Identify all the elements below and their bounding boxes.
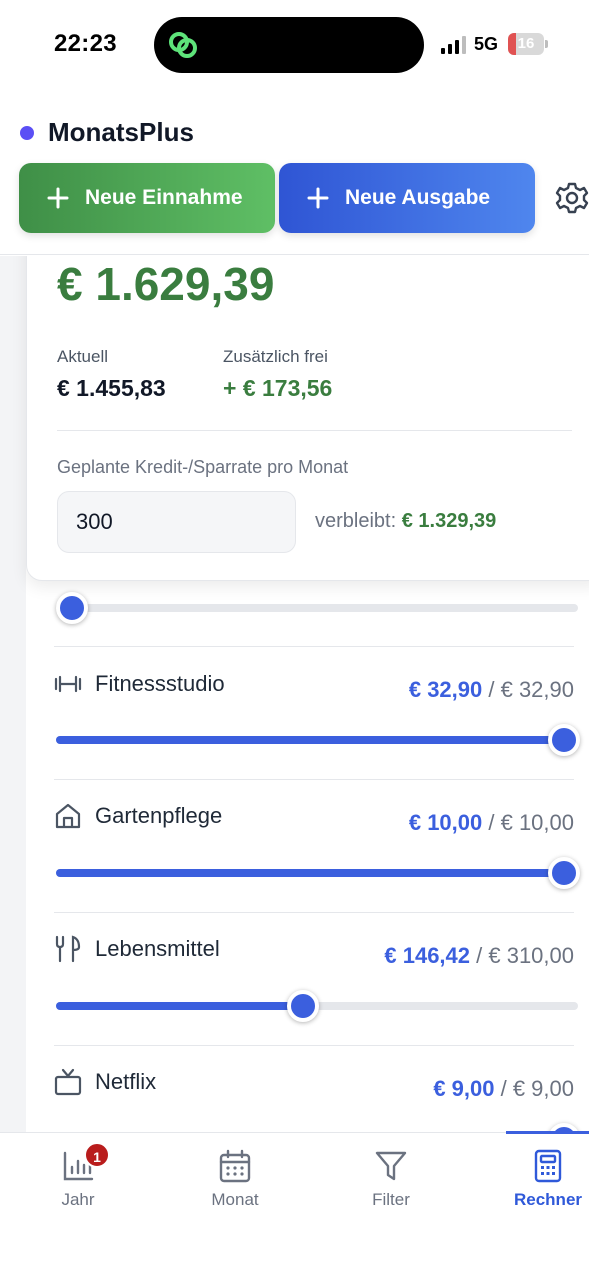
budget-slider-fill xyxy=(56,736,578,744)
budget-slider-thumb[interactable] xyxy=(548,857,580,889)
budget-name: Netflix xyxy=(95,1069,157,1094)
budget-slider[interactable] xyxy=(56,990,578,1022)
app-screen: 22:23 5G 16 MonatsPlus Neue Einnahme Neu… xyxy=(0,0,589,1278)
new-income-button[interactable]: Neue Einnahme xyxy=(19,163,275,233)
row-divider xyxy=(54,912,574,913)
current-value: € 1.455,83 xyxy=(57,375,166,401)
rate-label: Geplante Kredit-/Sparrate pro Monat xyxy=(57,457,349,477)
tab-rechner[interactable]: Rechner xyxy=(498,1133,589,1223)
tab-monat[interactable]: Monat xyxy=(185,1133,285,1223)
tab-filter[interactable]: Filter xyxy=(341,1133,441,1223)
notification-badge: 1 xyxy=(84,1142,110,1168)
budget-spent: € 9,00 xyxy=(433,1076,495,1101)
tab-label: Rechner xyxy=(513,1190,583,1209)
budget-name: Gartenpflege xyxy=(95,803,223,828)
new-expense-button[interactable]: Neue Ausgabe xyxy=(279,163,535,233)
budget-limit: € 9,00 xyxy=(512,1076,574,1101)
calculator-content[interactable]: € 1.629,39 Aktuell Zusätzlich frei € 1.4… xyxy=(0,256,589,1132)
budget-slider-thumb[interactable] xyxy=(286,990,319,1022)
budget-amount: € 32,90 / € 32,90 xyxy=(409,677,574,703)
budget-spent: € 146,42 xyxy=(384,943,471,968)
calendar-icon xyxy=(219,1149,251,1183)
battery-level: 16 xyxy=(517,35,535,52)
current-label: Aktuell xyxy=(57,347,109,366)
new-expense-label: Neue Ausgabe xyxy=(345,186,491,209)
budget-name: Lebensmittel xyxy=(95,936,220,961)
tab-label: Filter xyxy=(372,1190,410,1209)
row-divider xyxy=(54,1045,574,1046)
rate-slider-thumb[interactable] xyxy=(56,592,88,624)
link-icon xyxy=(169,32,197,58)
row-divider xyxy=(54,779,574,780)
budget-slider-thumb[interactable] xyxy=(548,724,580,756)
left-gutter xyxy=(0,256,26,1132)
calculator-icon xyxy=(534,1149,562,1183)
app-header: MonatsPlus Neue Einnahme Neue Ausgabe xyxy=(0,105,589,255)
status-bar: 22:23 5G 16 xyxy=(0,0,589,90)
battery-icon: 16 xyxy=(508,33,548,55)
gear-icon[interactable] xyxy=(555,181,589,215)
dynamic-island xyxy=(154,17,424,73)
rate-input[interactable] xyxy=(57,491,296,553)
status-time: 22:23 xyxy=(54,30,117,57)
new-income-label: Neue Einnahme xyxy=(85,186,243,209)
card-divider xyxy=(57,430,572,431)
budget-amount: € 10,00 / € 10,00 xyxy=(409,810,574,836)
budget-slider[interactable] xyxy=(56,724,580,756)
remaining-value: € 1.329,39 xyxy=(401,510,497,532)
utensils-icon xyxy=(55,935,81,963)
app-title: MonatsPlus xyxy=(48,117,194,147)
budget-separator: / xyxy=(482,677,501,702)
house-icon xyxy=(55,803,81,829)
budget-amount: € 9,00 / € 9,00 xyxy=(433,1076,574,1102)
tv-icon xyxy=(54,1068,82,1096)
plus-icon xyxy=(47,187,69,209)
available-total: € 1.629,39 xyxy=(57,258,275,310)
extra-free-label: Zusätzlich frei xyxy=(223,347,328,366)
bottom-tab-bar: 1 Jahr Monat Filter Rechner xyxy=(0,1131,589,1278)
budget-slider-fill xyxy=(56,869,578,877)
plus-icon xyxy=(307,187,329,209)
budget-spent: € 10,00 xyxy=(408,810,483,835)
rate-slider[interactable] xyxy=(56,592,578,624)
remaining-text: verbleibt: € 1.329,39 xyxy=(315,510,496,533)
summary-card: € 1.629,39 Aktuell Zusätzlich frei € 1.4… xyxy=(26,256,589,581)
brand-dot-icon xyxy=(20,125,34,140)
budget-slider-fill xyxy=(56,1002,303,1010)
tab-label: Jahr xyxy=(61,1190,95,1209)
budget-limit: € 310,00 xyxy=(488,943,574,968)
budget-slider[interactable] xyxy=(56,857,580,889)
tab-label: Monat xyxy=(211,1190,259,1209)
dumbbell-icon xyxy=(54,675,82,693)
remaining-label: verbleibt: xyxy=(315,510,397,532)
budget-limit: € 10,00 xyxy=(500,810,574,835)
budget-separator: / xyxy=(482,810,501,835)
filter-icon xyxy=(375,1151,407,1181)
budget-limit: € 32,90 xyxy=(500,677,574,702)
row-divider xyxy=(54,646,574,647)
budget-separator: / xyxy=(470,943,489,968)
extra-free-value: + € 173,56 xyxy=(223,375,333,401)
budget-separator: / xyxy=(494,1076,513,1101)
budget-spent: € 32,90 xyxy=(408,677,483,702)
signal-icon xyxy=(441,36,466,54)
budget-amount: € 146,42 / € 310,00 xyxy=(384,943,574,969)
budget-name: Fitnessstudio xyxy=(95,671,225,696)
network-type: 5G xyxy=(474,34,499,54)
brand: MonatsPlus xyxy=(20,117,194,148)
tab-jahr[interactable]: 1 Jahr xyxy=(28,1133,128,1223)
